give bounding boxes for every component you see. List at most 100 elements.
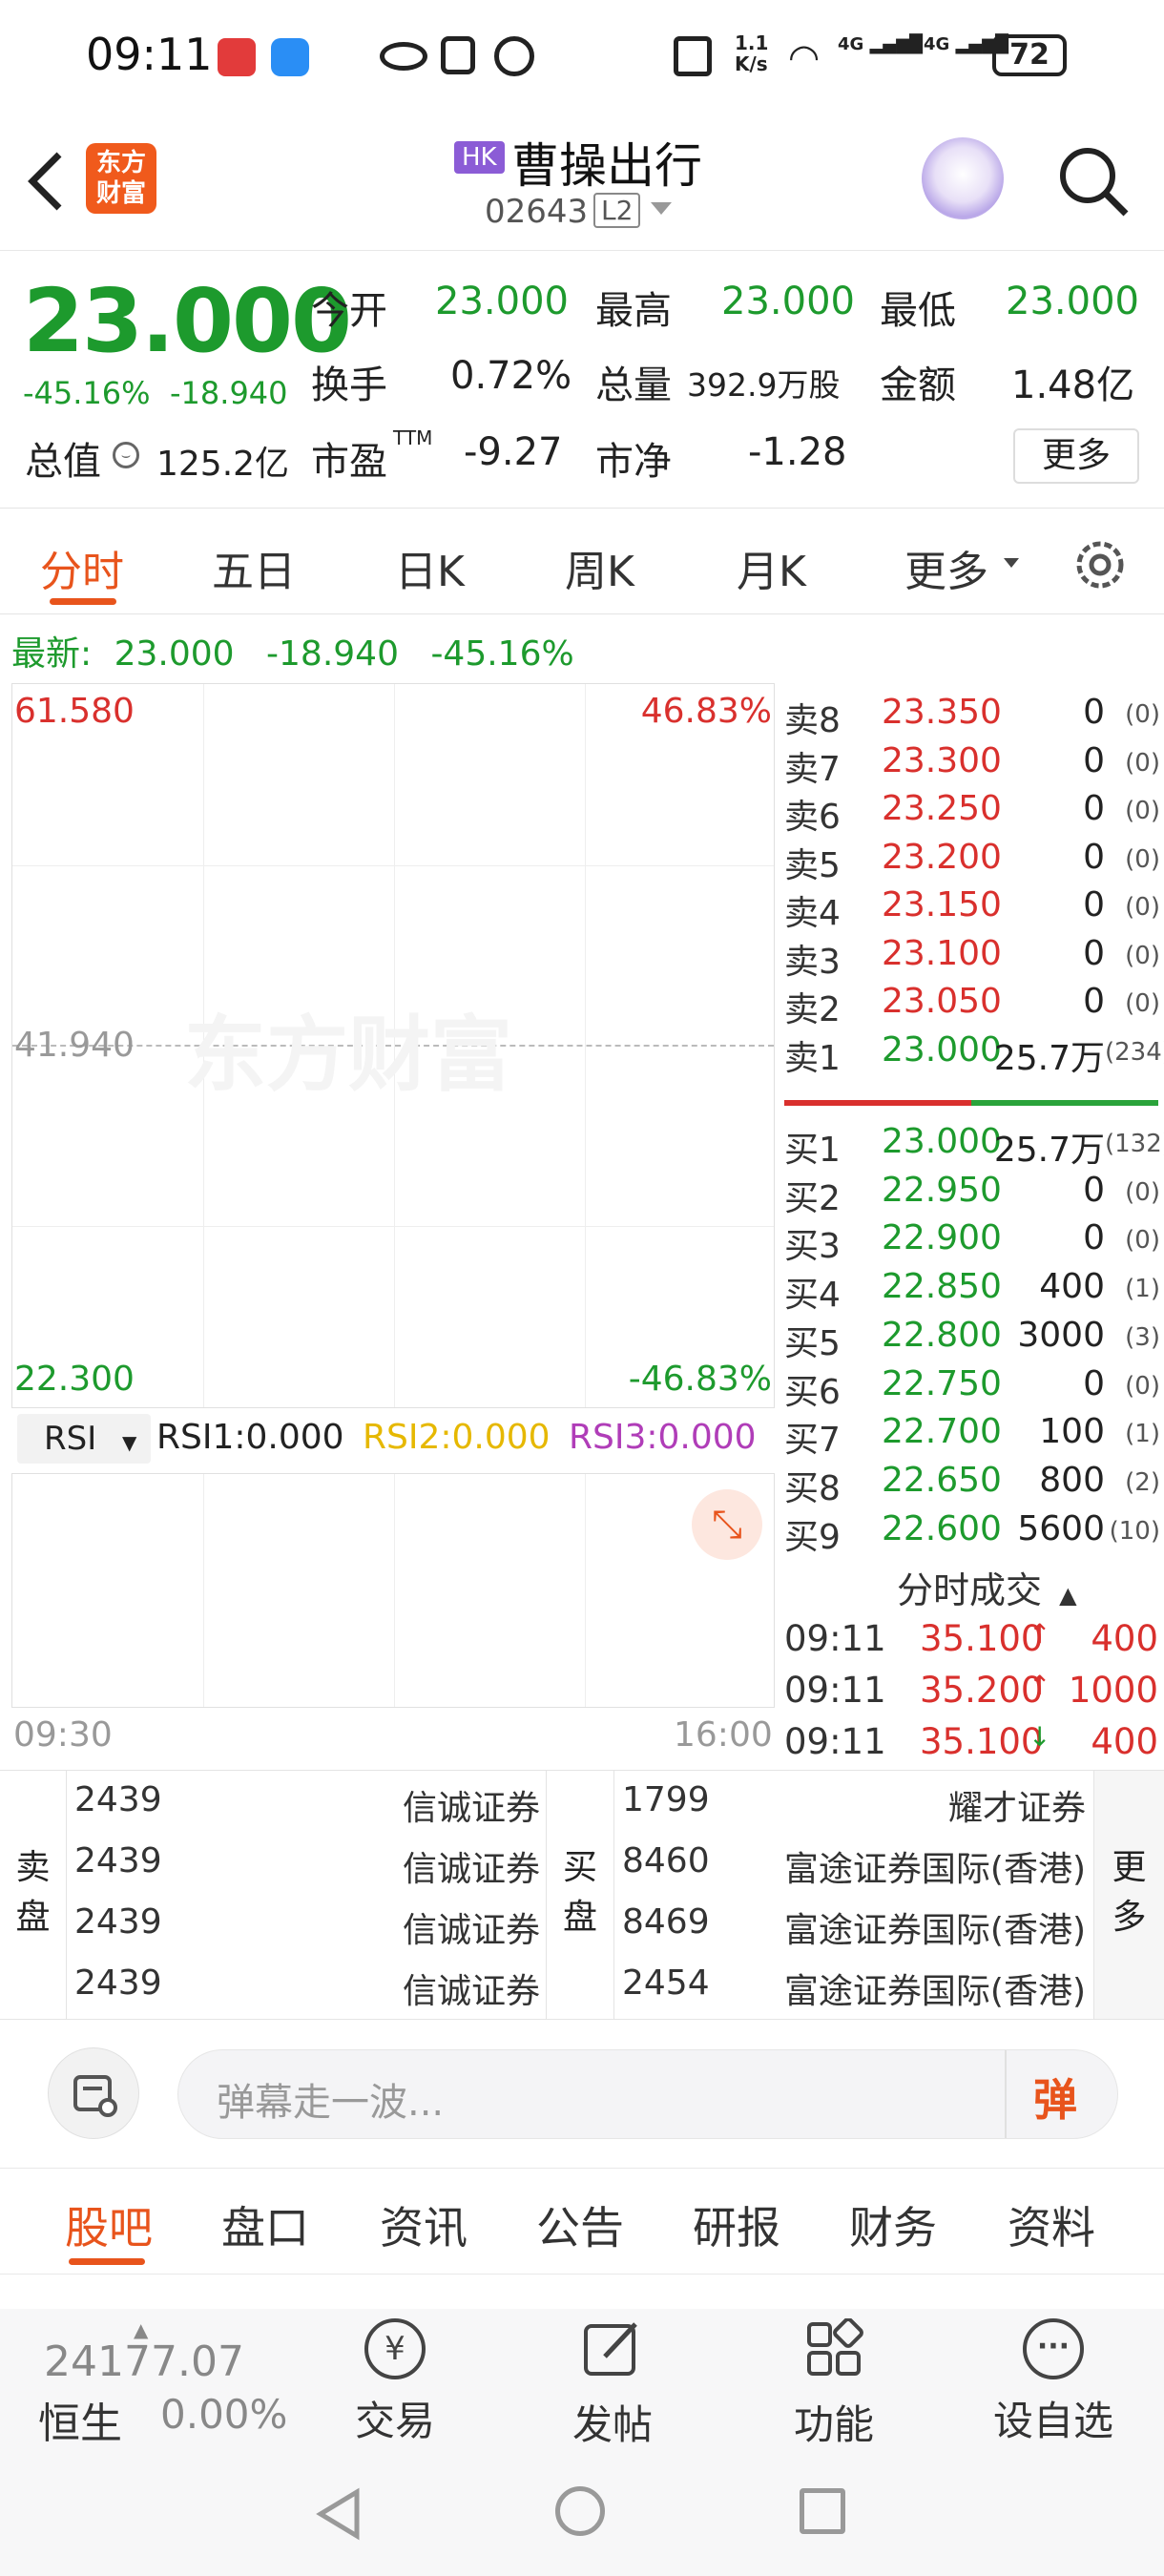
bid-level-row[interactable]: 买6 22.750 0 (0): [784, 1361, 1164, 1412]
level-count: (10): [1109, 1516, 1160, 1546]
level-label: 买6: [784, 1372, 841, 1412]
content-tab-indicator: [69, 2258, 145, 2265]
ask-level-row[interactable]: 卖2 23.050 0 (0): [784, 978, 1164, 1029]
tab-finance[interactable]: 财务: [849, 2193, 937, 2256]
tab-announcements[interactable]: 公告: [536, 2193, 624, 2256]
level-price: 23.000: [882, 1029, 1002, 1070]
tab-guba[interactable]: 股吧: [65, 2193, 153, 2256]
post-button[interactable]: 发帖: [536, 2318, 689, 2451]
bid-level-row[interactable]: 买5 22.800 3000 (3): [784, 1312, 1164, 1363]
bid-level-row[interactable]: 买7 22.700 100 (1): [784, 1408, 1164, 1460]
nav-home-icon[interactable]: [555, 2486, 605, 2536]
rsi-chart[interactable]: ⤡: [11, 1473, 775, 1708]
bid-level-row[interactable]: 买3 22.900 0 (0): [784, 1215, 1164, 1266]
sell-broker-code: 2439: [74, 1902, 162, 1942]
danmu-input[interactable]: 弹幕走一波... 弹: [177, 2049, 1118, 2139]
level-volume: 25.7万: [993, 1038, 1105, 1078]
nav-recents-icon[interactable]: [800, 2488, 845, 2534]
battery-icon: 72: [992, 34, 1067, 76]
eastmoney-logo[interactable]: 东方 财富: [86, 143, 156, 214]
trade-row: 09:11 35.100 ↑ 400: [784, 1618, 1158, 1670]
index-widget[interactable]: ▲ 24177.07 恒生 0.00%: [29, 2318, 305, 2448]
danmu-send-button[interactable]: 弹: [1033, 2066, 1077, 2129]
bid-level-row[interactable]: 买4 22.850 400 (1): [784, 1263, 1164, 1315]
level-label: 卖4: [784, 894, 841, 933]
function-button[interactable]: 功能: [758, 2317, 910, 2451]
intraday-chart[interactable]: 东方财富 61.580 46.83% 41.940 22.300 -46.83%: [11, 683, 775, 1408]
post-label: 发帖: [572, 2401, 653, 2448]
level-volume: 3000: [1017, 1315, 1105, 1355]
tab-more[interactable]: 更多: [904, 537, 988, 598]
level-count: (0): [1125, 941, 1160, 970]
level-label: 卖6: [784, 798, 841, 837]
trade-price: 35.100: [920, 1618, 1044, 1659]
ask-level-row[interactable]: 卖3 23.100 0 (0): [784, 930, 1164, 982]
trade-row: 09:11 35.200 ↑ 1000: [784, 1670, 1158, 1721]
ask-level-row[interactable]: 卖4 23.150 0 (0): [784, 882, 1164, 933]
bid-level-row[interactable]: 买2 22.950 0 (0): [784, 1167, 1164, 1218]
trades-title[interactable]: 分时成交 ▲: [897, 1561, 1077, 1613]
trade-volume: 400: [1091, 1721, 1158, 1762]
more-button[interactable]: 更多: [1013, 428, 1139, 484]
level-count: (0): [1125, 844, 1160, 874]
tab-pankou[interactable]: 盘口: [221, 2193, 309, 2256]
bid-level-row[interactable]: 买1 23.00025.7万(132): [784, 1118, 1164, 1170]
level-badge[interactable]: L2: [593, 193, 641, 228]
grid-v: [203, 1474, 204, 1707]
expand-button[interactable]: ⤡: [692, 1489, 762, 1560]
danmu-settings-button[interactable]: [48, 2047, 139, 2139]
level-count: (3): [1125, 1322, 1160, 1352]
open-label: 今开: [311, 289, 387, 333]
level-price: 23.100: [882, 933, 1002, 973]
tab-profile[interactable]: 资料: [1008, 2193, 1095, 2256]
buy-broker-name: 耀才证券: [947, 1789, 1086, 1828]
amount-value: 1.48亿: [1011, 364, 1135, 407]
nav-back-icon[interactable]: [313, 2486, 364, 2542]
level-count: (0): [1125, 893, 1160, 922]
trade-button[interactable]: ¥ 交易: [319, 2318, 471, 2447]
broker-more-button[interactable]: 更 多: [1093, 1771, 1164, 2019]
chart-top-price: 61.580: [14, 692, 135, 731]
ask-level-row[interactable]: 卖8 23.350 0 (0): [784, 689, 1164, 740]
mktcap-value: 125.2亿: [156, 445, 290, 484]
sell-broker-name: 信诚证券: [402, 1850, 540, 1889]
robot-avatar-icon[interactable]: [922, 137, 1004, 219]
time-start: 09:30: [13, 1715, 113, 1755]
ask-level-row[interactable]: 卖1 23.00025.7万(234): [784, 1027, 1164, 1078]
more-dots-icon: ···: [1023, 2318, 1084, 2379]
chevron-up-icon: ▲: [1059, 1582, 1077, 1609]
level-volume: 0: [1083, 693, 1105, 732]
level-volume: 0: [1083, 740, 1105, 780]
bottom-toolbar: ▲ 24177.07 恒生 0.00% ¥ 交易 发帖 功能 ··· 设自选: [0, 2309, 1164, 2452]
dropdown-icon[interactable]: [651, 202, 672, 215]
add-watchlist-button[interactable]: ··· 设自选: [977, 2318, 1130, 2447]
tab-daily-k[interactable]: 日K: [395, 537, 465, 598]
danmu-settings-icon: [73, 2075, 117, 2117]
back-button[interactable]: [19, 147, 76, 214]
level-price: 23.150: [882, 885, 1002, 924]
tab-news[interactable]: 资讯: [380, 2193, 468, 2256]
level-label: 买7: [784, 1421, 841, 1461]
arrow-up-icon: ↑: [1029, 1618, 1051, 1650]
tab-five-day[interactable]: 五日: [212, 537, 296, 598]
settings-button[interactable]: [1072, 537, 1128, 596]
bid-level-row[interactable]: 买8 22.650 800 (2): [784, 1457, 1164, 1508]
rsi-selector[interactable]: RSI ▼: [17, 1414, 151, 1464]
tab-monthly-k[interactable]: 月K: [737, 537, 806, 598]
level-price: 23.250: [882, 789, 1002, 828]
tab-weekly-k[interactable]: 周K: [565, 537, 634, 598]
grid-v: [585, 1474, 586, 1707]
ask-level-row[interactable]: 卖5 23.200 0 (0): [784, 834, 1164, 885]
stock-code: 02643: [485, 193, 589, 231]
ask-level-row[interactable]: 卖7 23.300 0 (0): [784, 737, 1164, 789]
ask-level-row[interactable]: 卖6 23.250 0 (0): [784, 785, 1164, 837]
sell-broker-name: 信诚证券: [402, 1972, 540, 2011]
quote-panel: 23.000 -45.16% -18.940 今开 23.000 最高 23.0…: [0, 250, 1164, 506]
tab-intraday[interactable]: 分时: [40, 537, 124, 598]
eye-icon: [380, 42, 427, 71]
tab-research[interactable]: 研报: [693, 2193, 780, 2256]
search-button[interactable]: [1055, 143, 1132, 219]
bid-level-row[interactable]: 买9 22.600 5600 (10): [784, 1506, 1164, 1557]
info-icon[interactable]: ⌣: [113, 442, 139, 468]
level-label: 卖8: [784, 701, 841, 740]
